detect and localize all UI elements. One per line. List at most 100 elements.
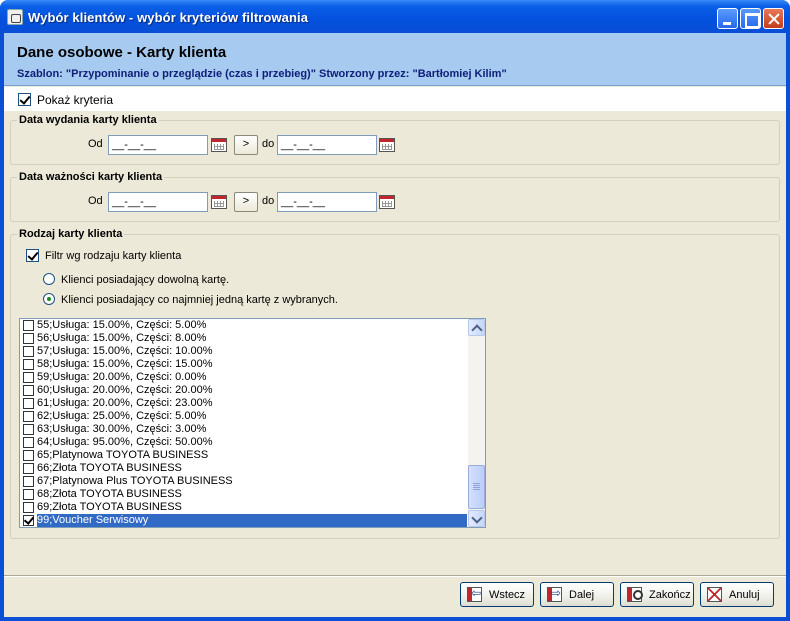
list-item-label: 99;Voucher Serwisowy	[37, 514, 467, 527]
next-button[interactable]: Dalej	[540, 582, 614, 607]
minimize-button[interactable]	[717, 8, 738, 29]
list-item-checkbox[interactable]	[23, 320, 34, 331]
arrow-left-icon	[467, 586, 482, 602]
valid-date-group: Data ważności karty klienta Od __-__-__ …	[10, 171, 780, 222]
list-item-checkbox[interactable]	[23, 398, 34, 409]
finish-button[interactable]: Zakończ	[620, 582, 694, 607]
show-criteria-checkbox[interactable]	[18, 93, 31, 106]
list-item-checkbox[interactable]	[23, 333, 34, 344]
valid-from-label: Od	[88, 195, 103, 207]
scroll-thumb[interactable]	[468, 465, 485, 509]
valid-to-input[interactable]: __-__-__	[277, 192, 377, 212]
cancel-x-icon	[707, 587, 722, 602]
list-item-label: 56;Usługa: 15.00%, Części: 8.00%	[37, 332, 207, 344]
list-item-checkbox[interactable]	[23, 476, 34, 487]
list-item[interactable]: 65;Platynowa TOYOTA BUSINESS	[20, 449, 470, 462]
radio-any-card[interactable]	[43, 273, 55, 285]
radio-any-card-label: Klienci posiadający dowolną kartę.	[61, 274, 230, 286]
list-item-label: 66;Złota TOYOTA BUSINESS	[37, 462, 182, 474]
list-item-label: 64;Usługa: 95.00%, Części: 50.00%	[37, 436, 213, 448]
list-item-label: 69;Złota TOYOTA BUSINESS	[37, 501, 182, 513]
list-item-checkbox[interactable]	[23, 411, 34, 422]
list-item[interactable]: 55;Usługa: 15.00%, Części: 5.00%	[20, 319, 470, 332]
list-item-label: 59;Usługa: 20.00%, Części: 0.00%	[37, 371, 207, 383]
list-item[interactable]: 63;Usługa: 30.00%, Części: 3.00%	[20, 423, 470, 436]
valid-date-group-title: Data ważności karty klienta	[17, 171, 165, 183]
list-item-checkbox[interactable]	[23, 424, 34, 435]
template-subtitle: Szablon: "Przypominanie o przeglądzie (c…	[17, 68, 507, 80]
card-filter-label: Filtr wg rodzaju karty klienta	[45, 250, 182, 262]
show-criteria-label: Pokaż kryteria	[37, 93, 114, 107]
window-title: Wybór klientów - wybór kryteriów filtrow…	[28, 10, 309, 25]
card-list-items: 55;Usługa: 15.00%, Części: 5.00% 56;Usług…	[20, 319, 470, 527]
list-item-checkbox[interactable]	[23, 450, 34, 461]
list-item-checkbox[interactable]	[23, 463, 34, 474]
list-item[interactable]: 61;Usługa: 20.00%, Części: 23.00%	[20, 397, 470, 410]
list-item-checkbox[interactable]	[23, 346, 34, 357]
list-item-label: 68;Złota TOYOTA BUSINESS	[37, 488, 182, 500]
list-item[interactable]: 62;Usługa: 25.00%, Części: 5.00%	[20, 410, 470, 423]
list-item[interactable]: 68;Złota TOYOTA BUSINESS	[20, 488, 470, 501]
list-item[interactable]: 69;Złota TOYOTA BUSINESS	[20, 501, 470, 514]
list-item[interactable]: 56;Usługa: 15.00%, Części: 8.00%	[20, 332, 470, 345]
list-item-label: 67;Platynowa Plus TOYOTA BUSINESS	[37, 475, 233, 487]
valid-from-input[interactable]: __-__-__	[108, 192, 208, 212]
list-item[interactable]: 60;Usługa: 20.00%, Części: 20.00%	[20, 384, 470, 397]
list-item-label: 60;Usługa: 20.00%, Części: 20.00%	[37, 384, 213, 396]
list-item[interactable]: 57;Usługa: 15.00%, Części: 10.00%	[20, 345, 470, 358]
back-button-label: Wstecz	[489, 589, 526, 601]
close-button[interactable]	[763, 8, 784, 29]
next-button-label: Dalej	[569, 589, 595, 601]
issue-to-input[interactable]: __-__-__	[277, 135, 377, 155]
issue-from-calendar-icon[interactable]	[210, 136, 228, 154]
finish-button-label: Zakończ	[649, 589, 691, 601]
app-icon	[7, 9, 23, 25]
title-bar[interactable]: Wybór klientów - wybór kryteriów filtrow…	[0, 0, 790, 33]
list-item-checkbox[interactable]	[23, 385, 34, 396]
scroll-down-icon[interactable]	[468, 510, 485, 527]
list-item[interactable]: 67;Platynowa Plus TOYOTA BUSINESS	[20, 475, 470, 488]
list-item-label: 58;Usługa: 15.00%, Części: 15.00%	[37, 358, 213, 370]
list-item[interactable]: 99;Voucher Serwisowy	[20, 514, 470, 527]
card-list[interactable]: 55;Usługa: 15.00%, Części: 5.00% 56;Usług…	[19, 318, 486, 528]
magnifier-icon	[627, 587, 643, 602]
card-list-scrollbar[interactable]	[468, 319, 485, 527]
valid-copy-date-button[interactable]: >	[234, 192, 258, 212]
page-title: Dane osobowe - Karty klienta	[17, 44, 227, 61]
card-filter-checkbox[interactable]	[26, 249, 39, 262]
list-item-label: 65;Platynowa TOYOTA BUSINESS	[37, 449, 209, 461]
list-item[interactable]: 59;Usługa: 20.00%, Części: 0.00%	[20, 371, 470, 384]
issue-copy-date-button[interactable]: >	[234, 135, 258, 155]
list-item[interactable]: 58;Usługa: 15.00%, Części: 15.00%	[20, 358, 470, 371]
dialog-body: Dane osobowe - Karty klienta Szablon: "P…	[4, 33, 786, 617]
issue-from-input[interactable]: __-__-__	[108, 135, 208, 155]
list-item-checkbox[interactable]	[23, 359, 34, 370]
list-item-label: 61;Usługa: 20.00%, Części: 23.00%	[37, 397, 213, 409]
cancel-button[interactable]: Anuluj	[700, 582, 774, 607]
issue-to-calendar-icon[interactable]	[378, 136, 396, 154]
list-item-checkbox[interactable]	[23, 515, 34, 526]
list-item-label: 55;Usługa: 15.00%, Części: 5.00%	[37, 319, 207, 331]
card-type-group-title: Rodzaj karty klienta	[17, 228, 125, 240]
list-item-checkbox[interactable]	[23, 502, 34, 513]
valid-to-label: do	[262, 195, 275, 207]
show-criteria-row: Pokaż kryteria	[4, 87, 786, 111]
valid-from-calendar-icon[interactable]	[210, 193, 228, 211]
list-item-checkbox[interactable]	[23, 372, 34, 383]
arrow-right-icon	[547, 586, 562, 602]
back-button[interactable]: Wstecz	[460, 582, 534, 607]
scroll-up-icon[interactable]	[468, 319, 485, 336]
list-item[interactable]: 64;Usługa: 95.00%, Części: 50.00%	[20, 436, 470, 449]
issue-to-label: do	[262, 138, 275, 150]
issue-date-group: Data wydania karty klienta Od __-__-__ >…	[10, 114, 780, 165]
maximize-button[interactable]	[740, 8, 761, 29]
list-item-label: 57;Usługa: 15.00%, Części: 10.00%	[37, 345, 213, 357]
list-item-checkbox[interactable]	[23, 489, 34, 500]
list-item[interactable]: 66;Złota TOYOTA BUSINESS	[20, 462, 470, 475]
list-item-label: 62;Usługa: 25.00%, Części: 5.00%	[37, 410, 207, 422]
radio-selected-cards[interactable]	[43, 293, 55, 305]
list-item-checkbox[interactable]	[23, 437, 34, 448]
window: Wybór klientów - wybór kryteriów filtrow…	[0, 0, 790, 621]
cancel-button-label: Anuluj	[729, 589, 760, 601]
valid-to-calendar-icon[interactable]	[378, 193, 396, 211]
